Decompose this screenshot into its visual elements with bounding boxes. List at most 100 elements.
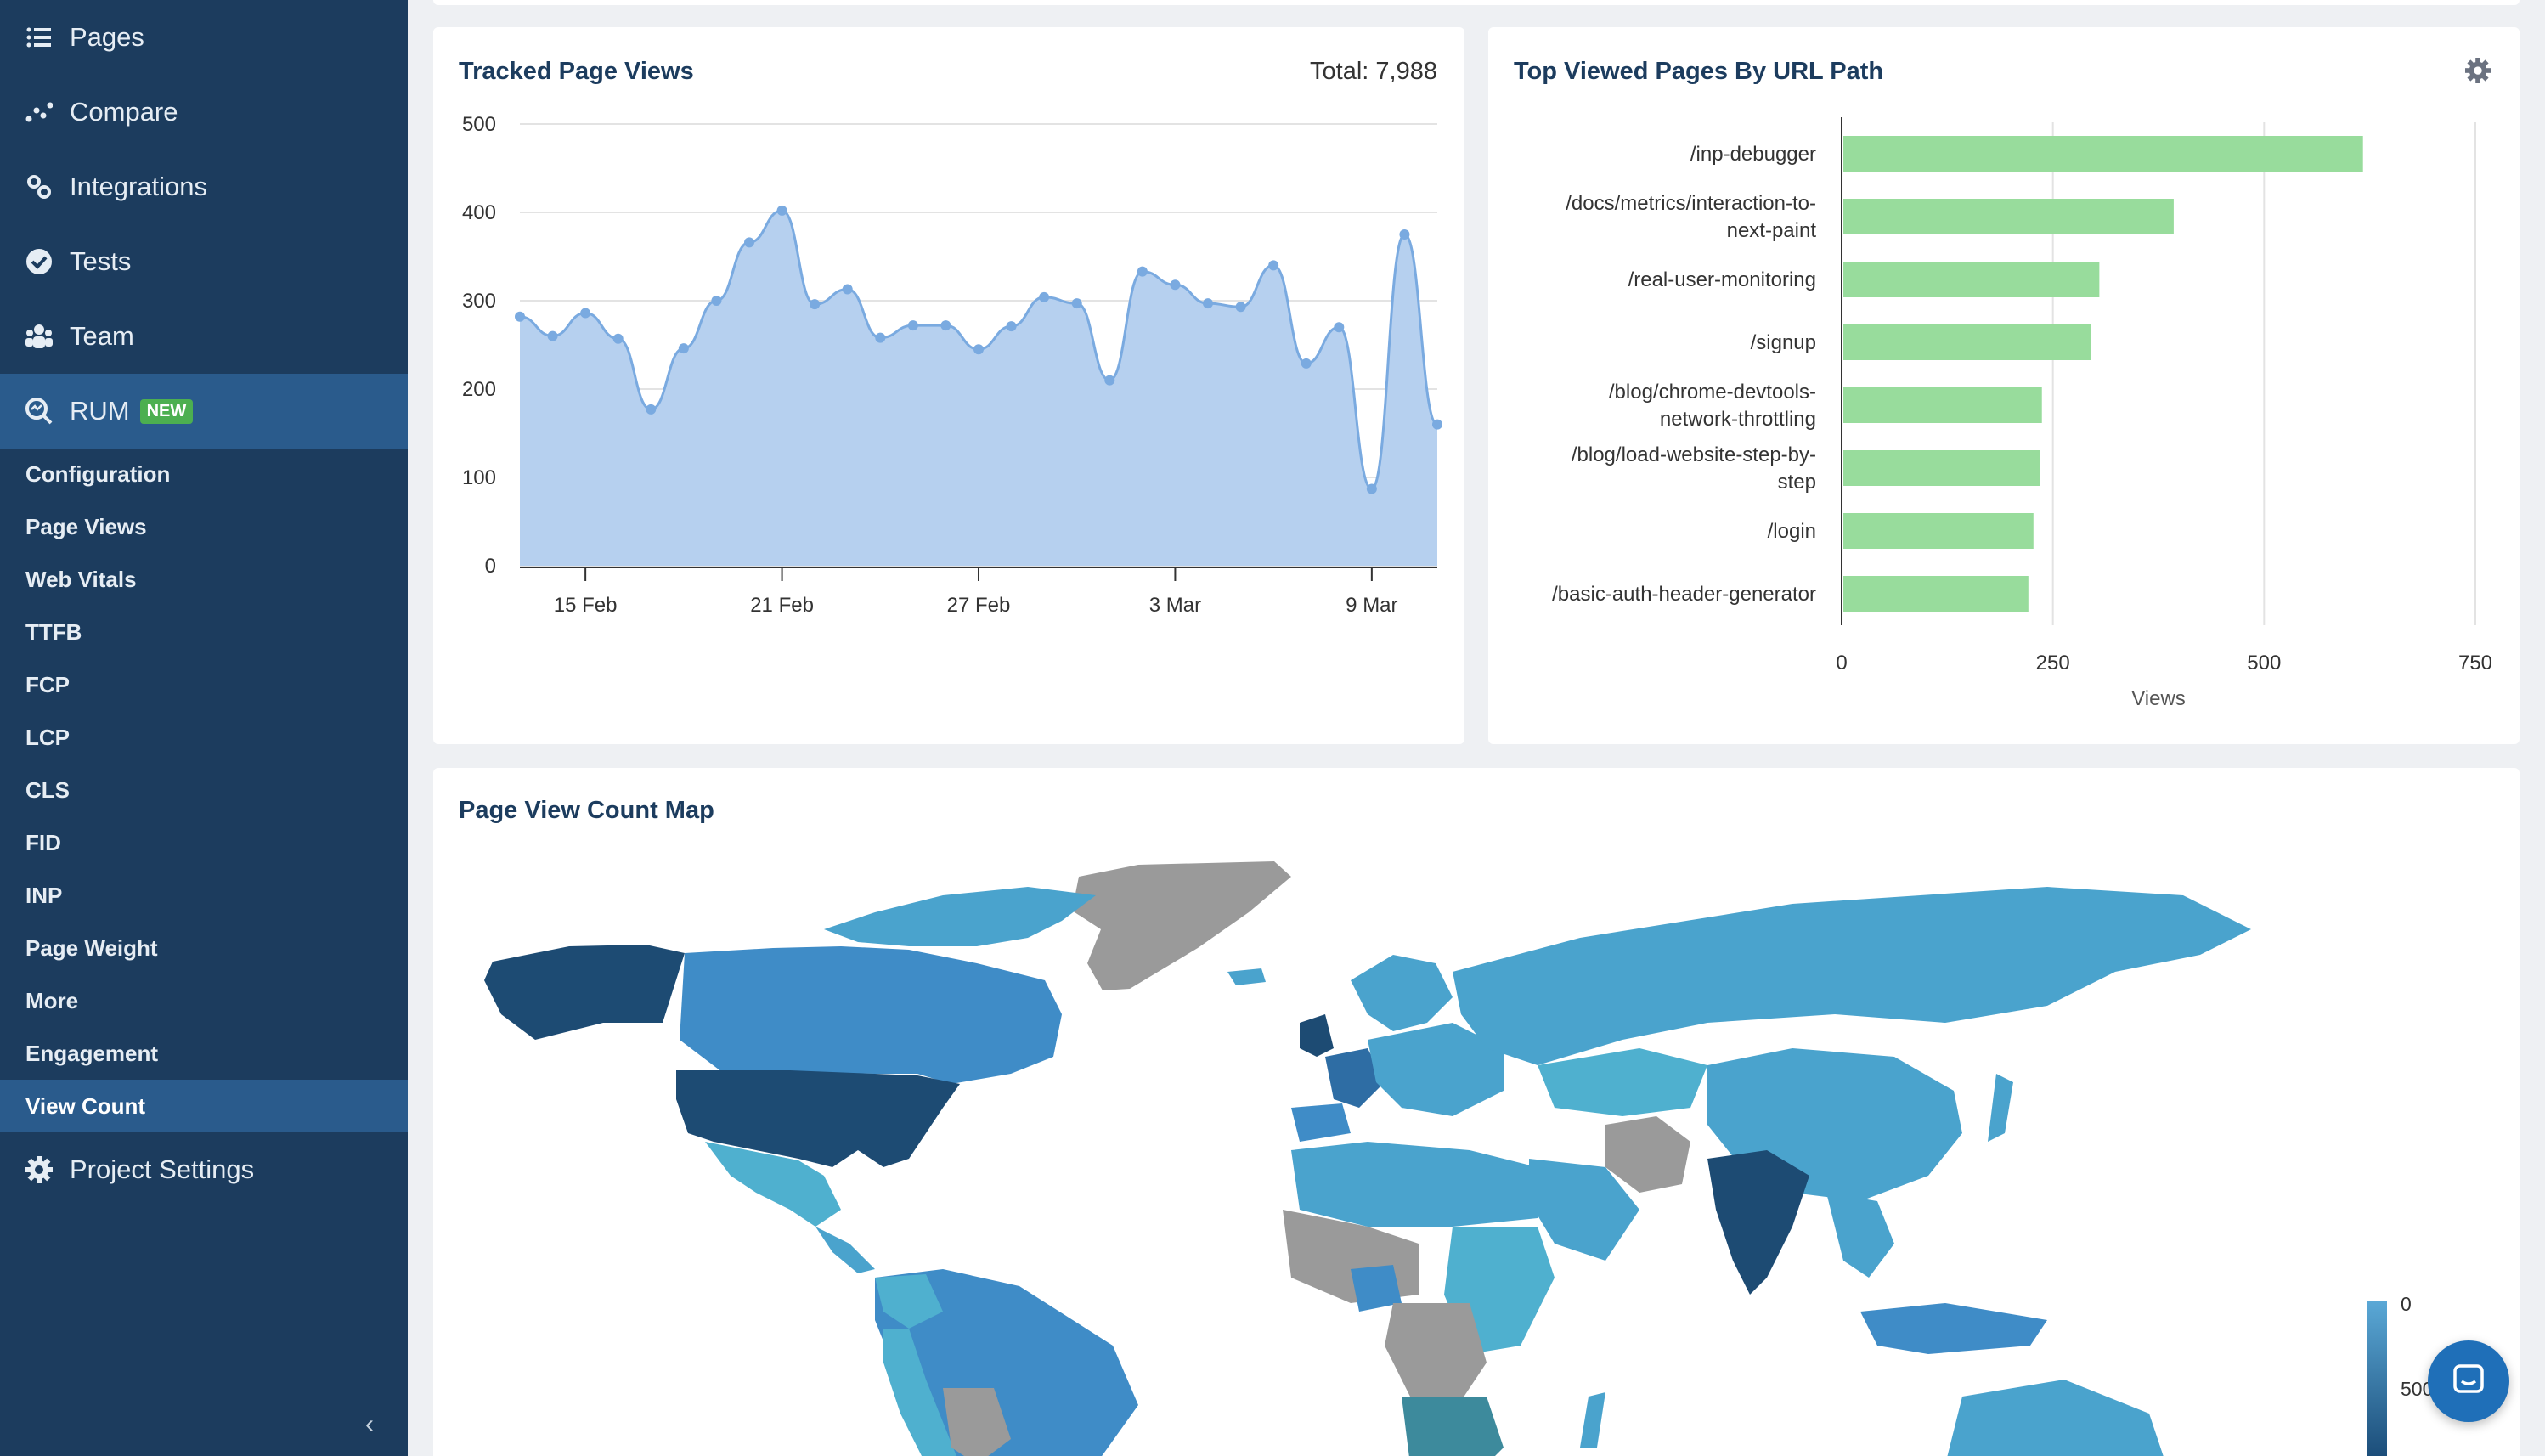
sub-nav-configuration[interactable]: Configuration xyxy=(0,448,408,500)
map-region-indonesia xyxy=(1860,1303,2047,1354)
map-region-spain xyxy=(1291,1103,1351,1142)
nav-integrations[interactable]: Integrations xyxy=(0,150,408,224)
sub-nav-page-weight[interactable]: Page Weight xyxy=(0,922,408,974)
y-tick-label: 100 xyxy=(462,466,496,489)
map-region-iceland xyxy=(1227,968,1266,985)
data-point xyxy=(940,320,951,331)
bar xyxy=(1843,387,2042,423)
y-tick-label: 300 xyxy=(462,290,496,313)
map-region-madagascar xyxy=(1580,1392,1605,1448)
nav-team[interactable]: Team xyxy=(0,299,408,374)
nav-compare[interactable]: Compare xyxy=(0,75,408,150)
data-point xyxy=(744,237,754,248)
rum-search-icon xyxy=(24,396,54,426)
data-point xyxy=(1137,266,1148,277)
bar xyxy=(1843,576,2029,612)
gear-icon xyxy=(24,1154,54,1185)
nav-project-settings[interactable]: Project Settings xyxy=(0,1132,408,1207)
nav-project-settings-label: Project Settings xyxy=(70,1154,255,1184)
category-label: /signup xyxy=(1751,331,1816,354)
sub-nav-engagement[interactable]: Engagement xyxy=(0,1027,408,1080)
bar xyxy=(1843,262,2100,297)
map-region-iran xyxy=(1605,1116,1690,1193)
sub-nav-fid[interactable]: FID xyxy=(0,816,408,869)
y-tick-label: 0 xyxy=(485,555,496,578)
category-label: /inp-debugger xyxy=(1690,143,1816,166)
sub-nav-view-count[interactable]: View Count xyxy=(0,1080,408,1132)
data-point xyxy=(1039,291,1050,302)
compare-icon xyxy=(24,97,54,127)
map-region-scandinavia xyxy=(1351,955,1453,1031)
team-icon xyxy=(24,321,54,352)
x-tick-label: 750 xyxy=(2458,652,2492,674)
data-point xyxy=(646,404,657,415)
map-region-russia xyxy=(1453,887,2251,1065)
page-views-area-chart: 0 100 200 300 400 500 15 Feb 21 Feb 27 Feb 3 Mar 9… xyxy=(462,113,1442,617)
sub-nav-web-vitals[interactable]: Web Vitals xyxy=(0,553,408,606)
x-tick-label: 0 xyxy=(1836,652,1847,674)
data-point xyxy=(580,308,591,319)
map-region-southern-africa xyxy=(1402,1397,1504,1456)
sub-nav-ttfb[interactable]: TTFB xyxy=(0,606,408,658)
nav-pages-label: Pages xyxy=(70,22,144,52)
nav-tests[interactable]: Tests xyxy=(0,224,408,299)
category-label: /real-user-monitoring xyxy=(1628,268,1816,291)
map-region-arctic-islands xyxy=(824,887,1096,946)
data-point xyxy=(973,344,984,355)
chat-launcher-button[interactable] xyxy=(2428,1340,2509,1422)
map-region-southeast-asia xyxy=(1826,1193,1894,1278)
x-tick-label: 15 Feb xyxy=(554,594,618,617)
nav-pages[interactable]: Pages xyxy=(0,0,408,75)
y-tick-label: 400 xyxy=(462,201,496,224)
x-axis-label: Views xyxy=(2131,687,2186,710)
category-label: /basic-auth-header-generator xyxy=(1552,583,1816,606)
sidebar: Pages Compare Integrations Tests Team RU… xyxy=(0,0,408,1456)
area-fill xyxy=(520,210,1437,567)
top-pages-bar-chart: 0 250 500 750 Views/inp-debugger/docs/metric… xyxy=(1552,117,2492,710)
sub-nav-page-views[interactable]: Page Views xyxy=(0,500,408,553)
top-viewed-pages-card: Top Viewed Pages By URL Path 0 250 500 750 V… xyxy=(1488,27,2520,744)
map-region-australia xyxy=(1947,1380,2164,1456)
x-tick-label: 250 xyxy=(2036,652,2070,674)
data-point xyxy=(1334,322,1345,333)
nav-rum[interactable]: RUM NEW xyxy=(0,374,408,449)
integrations-icon xyxy=(24,172,54,202)
check-circle-icon xyxy=(24,246,54,277)
page-view-count-map-card: Page View Count Map xyxy=(433,768,2520,1456)
bar xyxy=(1843,324,2091,360)
y-tick-label: 500 xyxy=(462,113,496,136)
x-tick-label: 21 Feb xyxy=(750,594,814,617)
data-point xyxy=(711,296,722,306)
new-badge: NEW xyxy=(139,398,194,424)
map-region-india xyxy=(1707,1150,1809,1295)
nav-integrations-label: Integrations xyxy=(70,172,207,201)
sub-nav-lcp[interactable]: LCP xyxy=(0,711,408,764)
data-point xyxy=(1006,321,1017,332)
collapse-sidebar-button[interactable]: ‹ xyxy=(365,1410,374,1439)
nav-rum-label: RUM xyxy=(70,396,130,426)
data-point xyxy=(1301,358,1312,369)
map-region-alaska xyxy=(484,945,685,1040)
data-point xyxy=(547,330,558,341)
sub-nav-inp[interactable]: INP xyxy=(0,869,408,922)
list-icon xyxy=(24,22,54,53)
previous-card-edge xyxy=(433,0,2520,5)
map-region-central-america xyxy=(815,1227,875,1273)
data-point xyxy=(875,332,886,343)
tracked-page-views-card: Tracked Page Views Total: 7,988 0 100 200 3… xyxy=(433,27,1464,744)
chat-icon xyxy=(2450,1361,2487,1402)
data-point xyxy=(907,320,918,331)
world-map[interactable] xyxy=(433,768,2520,1456)
bar xyxy=(1843,136,2363,172)
data-point xyxy=(1104,375,1115,386)
y-tick-label: 200 xyxy=(462,378,496,401)
x-tick-label: 3 Mar xyxy=(1149,594,1201,617)
sub-nav-fcp[interactable]: FCP xyxy=(0,658,408,711)
x-tick-label: 500 xyxy=(2247,652,2281,674)
category-label: /blog/chrome-devtools-network-throttling xyxy=(1609,381,1816,431)
sub-nav-more[interactable]: More xyxy=(0,974,408,1027)
sub-nav-cls[interactable]: CLS xyxy=(0,764,408,816)
data-point xyxy=(1235,302,1246,313)
data-point xyxy=(612,333,624,344)
nav-team-label: Team xyxy=(70,321,134,351)
